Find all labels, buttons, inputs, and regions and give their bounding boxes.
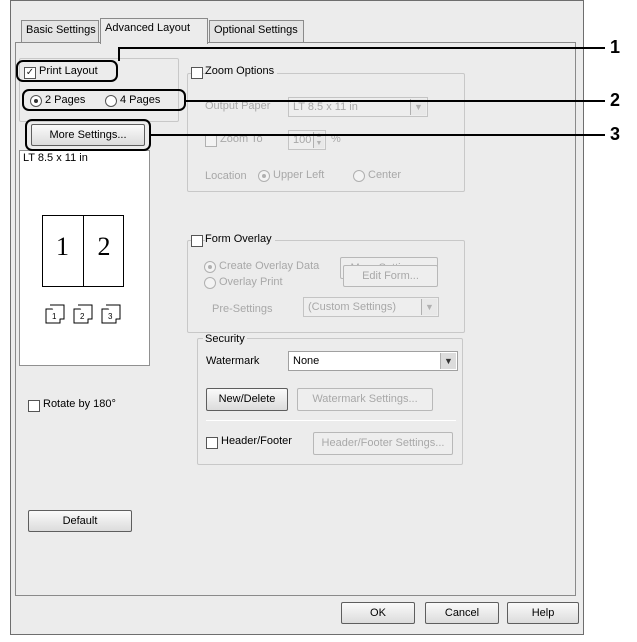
callout-2-outline xyxy=(22,89,186,111)
callout-1-leader-v xyxy=(118,47,120,61)
preview-page-2: 2 xyxy=(97,232,111,261)
edit-form-button[interactable]: Edit Form... xyxy=(343,265,438,287)
overlay-print-label: Overlay Print xyxy=(219,276,283,288)
chevron-down-icon: ▼ xyxy=(440,353,456,369)
security-divider xyxy=(206,420,456,421)
watermark-select[interactable]: None ▼ xyxy=(288,351,458,371)
preview-paper-size: LT 8.5 x 11 in xyxy=(23,152,88,164)
header-footer-label: Header/Footer xyxy=(221,435,292,447)
help-button[interactable]: Help xyxy=(507,602,579,624)
form-overlay-label: Form Overlay xyxy=(205,233,275,245)
center-label: Center xyxy=(368,169,402,181)
svg-text:1: 1 xyxy=(52,312,57,321)
callout-3-leader xyxy=(151,134,605,136)
tab-optional-settings[interactable]: Optional Settings xyxy=(209,20,304,42)
callout-1-outline xyxy=(16,60,118,82)
zoom-options-label: Zoom Options xyxy=(205,65,278,77)
header-footer-settings-button[interactable]: Header/Footer Settings... xyxy=(313,432,453,455)
location-label: Location xyxy=(205,170,247,182)
callout-3-outline xyxy=(25,119,151,151)
zoom-options-checkbox[interactable] xyxy=(191,67,203,79)
callout-3-number: 3 xyxy=(610,124,621,144)
overlay-print-radio[interactable] xyxy=(204,277,216,289)
form-overlay-checkbox[interactable] xyxy=(191,235,203,247)
watermark-settings-button[interactable]: Watermark Settings... xyxy=(297,388,433,411)
cancel-button[interactable]: Cancel xyxy=(425,602,499,624)
presettings-label: Pre-Settings xyxy=(212,303,273,315)
create-overlay-radio[interactable] xyxy=(204,261,216,273)
zoom-to-checkbox[interactable] xyxy=(205,135,217,147)
callout-1-leader xyxy=(118,47,605,49)
default-button[interactable]: Default xyxy=(28,510,132,532)
svg-text:3: 3 xyxy=(108,312,113,321)
preview-page-1: 1 xyxy=(56,232,69,261)
rotate-180-checkbox[interactable] xyxy=(28,400,40,412)
callout-2-number: 2 xyxy=(610,90,621,110)
presettings-select[interactable]: (Custom Settings) ▼ xyxy=(303,297,439,317)
tab-basic-settings[interactable]: Basic Settings xyxy=(21,20,99,42)
create-overlay-label: Create Overlay Data xyxy=(219,260,320,272)
page-order-icon: 1 2 3 xyxy=(44,303,128,325)
zoom-value-input[interactable]: 100▲▼ xyxy=(288,130,326,150)
tab-advanced-layout[interactable]: Advanced Layout xyxy=(100,18,208,44)
callout-2-leader xyxy=(186,100,605,102)
ok-button[interactable]: OK xyxy=(341,602,415,624)
security-label: Security xyxy=(203,333,247,345)
upper-left-label: Upper Left xyxy=(273,169,325,181)
svg-text:2: 2 xyxy=(80,312,85,321)
upper-left-radio[interactable] xyxy=(258,170,270,182)
callout-1-number: 1 xyxy=(610,37,621,57)
header-footer-checkbox[interactable] xyxy=(206,437,218,449)
center-radio[interactable] xyxy=(353,170,365,182)
watermark-label: Watermark xyxy=(206,355,260,367)
chevron-down-icon: ▼ xyxy=(421,299,437,315)
rotate-180-label: Rotate by 180° xyxy=(43,398,116,410)
new-delete-button[interactable]: New/Delete xyxy=(206,388,288,411)
